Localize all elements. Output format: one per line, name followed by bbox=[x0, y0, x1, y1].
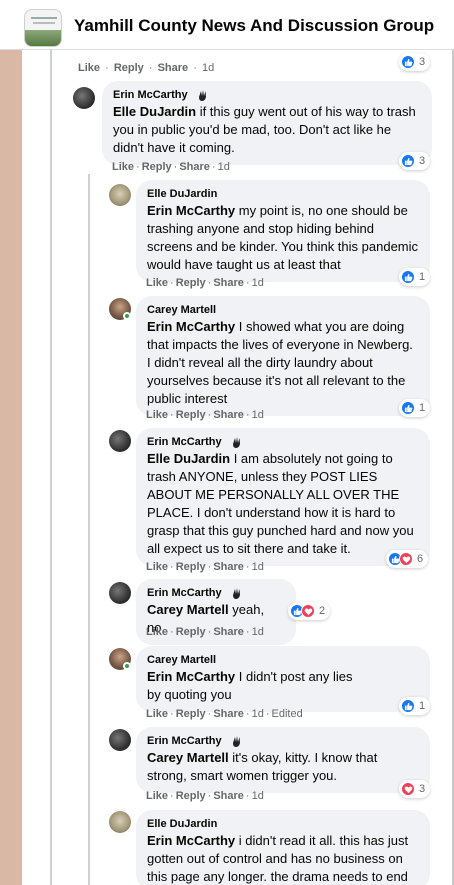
background-strip bbox=[0, 50, 22, 885]
share-button[interactable]: Share bbox=[179, 161, 210, 173]
group-thumbnail[interactable] bbox=[24, 9, 62, 47]
reaction-summary[interactable]: 1 bbox=[399, 399, 431, 417]
comment-author[interactable]: Elle DuJardin bbox=[147, 187, 217, 201]
comment-actions: Like · Reply · Share · 1d bbox=[146, 626, 264, 638]
reply-button[interactable]: Reply bbox=[176, 626, 206, 638]
share-button[interactable]: Share bbox=[213, 790, 244, 802]
waving-hand-icon bbox=[230, 734, 244, 748]
reply-button[interactable]: Reply bbox=[176, 561, 206, 573]
thumbs-up-icon bbox=[401, 270, 415, 284]
avatar[interactable] bbox=[109, 811, 131, 833]
avatar[interactable] bbox=[73, 87, 95, 109]
timestamp[interactable]: 1d bbox=[202, 62, 214, 74]
reaction-summary[interactable]: 2 bbox=[288, 602, 331, 620]
like-button[interactable]: Like bbox=[146, 561, 168, 573]
like-button[interactable]: Like bbox=[146, 626, 168, 638]
share-button[interactable]: Share bbox=[213, 626, 244, 638]
comment-author[interactable]: Carey Martell bbox=[147, 653, 216, 667]
mention-link[interactable]: Elle DuJardin bbox=[113, 104, 196, 119]
reaction-summary[interactable]: 6 bbox=[386, 550, 429, 568]
reaction-summary[interactable]: 3 bbox=[399, 152, 431, 170]
timestamp[interactable]: 1d bbox=[252, 708, 264, 720]
heart-icon bbox=[301, 604, 315, 618]
avatar[interactable] bbox=[109, 184, 131, 206]
timestamp[interactable]: 1d bbox=[252, 277, 264, 289]
comment-bubble: Erin McCarthy Elle DuJardin if this guy … bbox=[102, 81, 432, 165]
like-button[interactable]: Like bbox=[146, 409, 168, 421]
avatar[interactable] bbox=[109, 430, 131, 452]
comment-author[interactable]: Erin McCarthy bbox=[147, 586, 222, 600]
comment-author[interactable]: Erin McCarthy bbox=[147, 435, 222, 449]
mention-link[interactable]: Erin McCarthy bbox=[147, 833, 235, 848]
comment-actions: Like · Reply · Share · 1d bbox=[146, 790, 264, 802]
mention-link[interactable]: Erin McCarthy bbox=[147, 319, 235, 334]
reply-button[interactable]: Reply bbox=[176, 277, 206, 289]
edited-label[interactable]: Edited bbox=[272, 708, 303, 720]
like-button[interactable]: Like bbox=[146, 277, 168, 289]
reply-button[interactable]: Reply bbox=[176, 409, 206, 421]
waving-hand-icon bbox=[230, 586, 244, 600]
comment-bubble: Carey Martell Erin McCarthy I didn't pos… bbox=[136, 646, 430, 712]
timestamp[interactable]: 1d bbox=[218, 161, 230, 173]
heart-icon bbox=[399, 552, 413, 566]
comment-bubble: Carey Martell Erin McCarthy I showed wha… bbox=[136, 296, 430, 416]
mention-link[interactable]: Carey Martell bbox=[147, 750, 229, 765]
thumbs-up-icon bbox=[401, 699, 415, 713]
online-status-indicator bbox=[123, 662, 131, 670]
mention-link[interactable]: Erin McCarthy bbox=[147, 203, 235, 218]
online-status-indicator bbox=[123, 312, 131, 320]
comment-actions: Like · Reply · Share · 1d · Edited bbox=[146, 708, 303, 720]
comment-author[interactable]: Erin McCarthy bbox=[113, 88, 188, 102]
comment-author[interactable]: Elle DuJardin bbox=[147, 817, 217, 831]
timestamp[interactable]: 1d bbox=[252, 790, 264, 802]
like-button[interactable]: Like bbox=[112, 161, 134, 173]
timestamp[interactable]: 1d bbox=[252, 626, 264, 638]
avatar[interactable] bbox=[109, 729, 131, 751]
comment-actions: Like · Reply · Share · 1d bbox=[146, 561, 264, 573]
reply-thread-line bbox=[88, 174, 90, 885]
comment-bubble: Elle DuJardin Erin McCarthy i didn't rea… bbox=[136, 810, 430, 885]
share-button[interactable]: Share bbox=[213, 561, 244, 573]
avatar[interactable] bbox=[109, 582, 131, 604]
reply-button[interactable]: Reply bbox=[176, 708, 206, 720]
mention-link[interactable]: Erin McCarthy bbox=[147, 669, 235, 684]
reaction-summary[interactable]: 3 bbox=[399, 780, 431, 798]
share-button[interactable]: Share bbox=[158, 62, 189, 74]
comment-actions: Like · Reply · Share · 1d bbox=[112, 161, 230, 173]
heart-icon bbox=[401, 782, 415, 796]
reply-button[interactable]: Reply bbox=[176, 790, 206, 802]
thumbs-up-icon bbox=[401, 154, 415, 168]
thumbs-up-icon bbox=[401, 55, 415, 69]
comment-bubble: Elle DuJardin Erin McCarthy my point is,… bbox=[136, 180, 430, 282]
mention-link[interactable]: Elle DuJardin bbox=[147, 451, 230, 466]
share-button[interactable]: Share bbox=[213, 708, 244, 720]
thumbs-up-icon bbox=[401, 401, 415, 415]
group-header: Yamhill County News And Discussion Group bbox=[0, 0, 454, 50]
comment-bubble: Erin McCarthy Carey Martell it's okay, k… bbox=[136, 727, 430, 793]
share-button[interactable]: Share bbox=[213, 277, 244, 289]
timestamp[interactable]: 1d bbox=[252, 409, 264, 421]
comment-bubble: Erin McCarthy Elle DuJardin I am absolut… bbox=[136, 428, 430, 566]
reply-button[interactable]: Reply bbox=[114, 62, 144, 74]
comment-actions: Like · Reply · Share · 1d bbox=[146, 409, 264, 421]
thread-line bbox=[50, 50, 52, 885]
group-title[interactable]: Yamhill County News And Discussion Group bbox=[74, 16, 434, 36]
like-button[interactable]: Like bbox=[146, 708, 168, 720]
comment-text: I am absolutely not going to trash ANYON… bbox=[147, 451, 414, 556]
like-button[interactable]: Like bbox=[78, 62, 100, 74]
waving-hand-icon bbox=[230, 435, 244, 449]
comment-actions: Like · Reply · Share · 1d bbox=[78, 62, 215, 74]
like-button[interactable]: Like bbox=[146, 790, 168, 802]
waving-hand-icon bbox=[196, 88, 210, 102]
comment-actions: Like · Reply · Share · 1d bbox=[146, 277, 264, 289]
mention-link[interactable]: Carey Martell bbox=[147, 602, 229, 617]
reaction-summary[interactable]: 3 bbox=[399, 53, 431, 71]
share-button[interactable]: Share bbox=[213, 409, 244, 421]
reaction-summary[interactable]: 1 bbox=[399, 268, 431, 286]
comment-author[interactable]: Erin McCarthy bbox=[147, 734, 222, 748]
reply-button[interactable]: Reply bbox=[142, 161, 172, 173]
reaction-summary[interactable]: 1 bbox=[399, 697, 431, 715]
comment-author[interactable]: Carey Martell bbox=[147, 303, 216, 317]
timestamp[interactable]: 1d bbox=[252, 561, 264, 573]
